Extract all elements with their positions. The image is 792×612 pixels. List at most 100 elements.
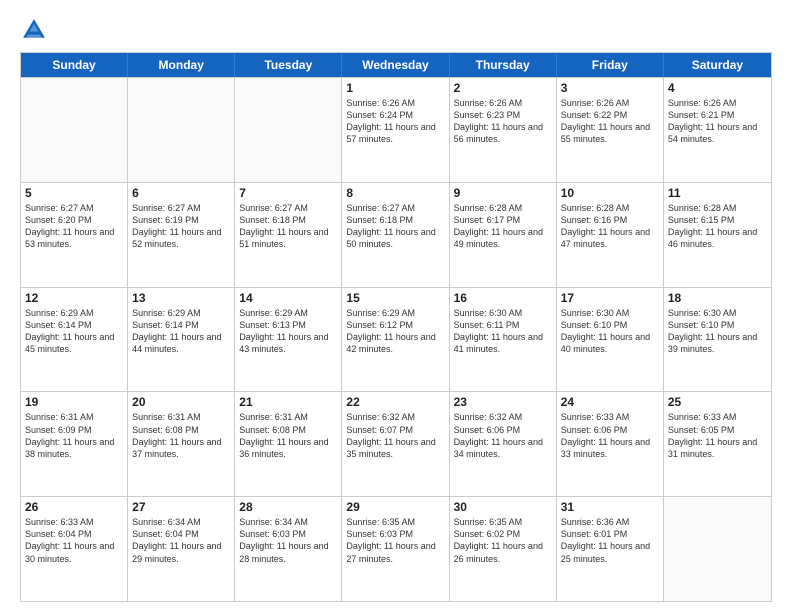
- calendar-cell: 29 Sunrise: 6:35 AM Sunset: 6:03 PM Dayli…: [342, 497, 449, 601]
- calendar-cell: 22Sunrise: 6:32 AM Sunset: 6:07 PM Dayli…: [342, 392, 449, 496]
- day-number: 30: [454, 500, 552, 514]
- calendar-cell: 11 Sunrise: 6:28 AM Sunset: 6:15 PM Dayli…: [664, 183, 771, 287]
- calendar-week-4: 19 Sunrise: 6:31 AM Sunset: 6:09 PM Dayli…: [21, 391, 771, 496]
- calendar-cell: 18 Sunrise: 6:30 AM Sunset: 6:10 PM Dayli…: [664, 288, 771, 392]
- day-info: Sunrise: 6:29 AM Sunset: 6:13 PM Dayligh…: [239, 307, 337, 356]
- calendar-cell: [128, 78, 235, 182]
- day-info: Sunrise: 6:27 AM Sunset: 6:18 PM Dayligh…: [346, 202, 444, 251]
- day-number: 20: [132, 395, 230, 409]
- calendar-cell: 3Sunrise: 6:26 AM Sunset: 6:22 PM Daylig…: [557, 78, 664, 182]
- header: [20, 16, 772, 44]
- calendar-cell: 16 Sunrise: 6:30 AM Sunset: 6:11 PM Dayli…: [450, 288, 557, 392]
- calendar-cell: 12 Sunrise: 6:29 AM Sunset: 6:14 PM Dayli…: [21, 288, 128, 392]
- weekday-header-tuesday: Tuesday: [235, 53, 342, 77]
- day-info: Sunrise: 6:27 AM Sunset: 6:20 PM Dayligh…: [25, 202, 123, 251]
- day-number: 6: [132, 186, 230, 200]
- calendar-week-3: 12 Sunrise: 6:29 AM Sunset: 6:14 PM Dayli…: [21, 287, 771, 392]
- day-info: Sunrise: 6:26 AM Sunset: 6:22 PM Dayligh…: [561, 97, 659, 146]
- day-info: Sunrise: 6:27 AM Sunset: 6:18 PM Dayligh…: [239, 202, 337, 251]
- day-info: Sunrise: 6:29 AM Sunset: 6:14 PM Dayligh…: [25, 307, 123, 356]
- day-info: Sunrise: 6:26 AM Sunset: 6:21 PM Dayligh…: [668, 97, 767, 146]
- calendar-cell: 6Sunrise: 6:27 AM Sunset: 6:19 PM Daylig…: [128, 183, 235, 287]
- day-info: Sunrise: 6:31 AM Sunset: 6:08 PM Dayligh…: [132, 411, 230, 460]
- calendar: SundayMondayTuesdayWednesdayThursdayFrid…: [20, 52, 772, 602]
- calendar-cell: 10Sunrise: 6:28 AM Sunset: 6:16 PM Dayli…: [557, 183, 664, 287]
- calendar-cell: 30Sunrise: 6:35 AM Sunset: 6:02 PM Dayli…: [450, 497, 557, 601]
- calendar-cell: 25 Sunrise: 6:33 AM Sunset: 6:05 PM Dayli…: [664, 392, 771, 496]
- day-number: 29: [346, 500, 444, 514]
- day-number: 2: [454, 81, 552, 95]
- calendar-cell: 2 Sunrise: 6:26 AM Sunset: 6:23 PM Daylig…: [450, 78, 557, 182]
- day-info: Sunrise: 6:32 AM Sunset: 6:06 PM Dayligh…: [454, 411, 552, 460]
- calendar-cell: 27 Sunrise: 6:34 AM Sunset: 6:04 PM Dayli…: [128, 497, 235, 601]
- calendar-cell: 26 Sunrise: 6:33 AM Sunset: 6:04 PM Dayli…: [21, 497, 128, 601]
- day-info: Sunrise: 6:26 AM Sunset: 6:23 PM Dayligh…: [454, 97, 552, 146]
- calendar-cell: 20 Sunrise: 6:31 AM Sunset: 6:08 PM Dayli…: [128, 392, 235, 496]
- logo: [20, 16, 52, 44]
- calendar-cell: [235, 78, 342, 182]
- day-number: 13: [132, 291, 230, 305]
- day-number: 23: [454, 395, 552, 409]
- day-number: 5: [25, 186, 123, 200]
- day-info: Sunrise: 6:30 AM Sunset: 6:10 PM Dayligh…: [561, 307, 659, 356]
- weekday-header-wednesday: Wednesday: [342, 53, 449, 77]
- day-info: Sunrise: 6:30 AM Sunset: 6:10 PM Dayligh…: [668, 307, 767, 356]
- calendar-cell: 21Sunrise: 6:31 AM Sunset: 6:08 PM Dayli…: [235, 392, 342, 496]
- day-number: 12: [25, 291, 123, 305]
- calendar-cell: 1Sunrise: 6:26 AM Sunset: 6:24 PM Daylig…: [342, 78, 449, 182]
- calendar-week-5: 26 Sunrise: 6:33 AM Sunset: 6:04 PM Dayli…: [21, 496, 771, 601]
- calendar-header: SundayMondayTuesdayWednesdayThursdayFrid…: [21, 53, 771, 77]
- day-info: Sunrise: 6:29 AM Sunset: 6:12 PM Dayligh…: [346, 307, 444, 356]
- calendar-week-1: 1Sunrise: 6:26 AM Sunset: 6:24 PM Daylig…: [21, 77, 771, 182]
- day-number: 26: [25, 500, 123, 514]
- day-info: Sunrise: 6:32 AM Sunset: 6:07 PM Dayligh…: [346, 411, 444, 460]
- day-info: Sunrise: 6:33 AM Sunset: 6:06 PM Dayligh…: [561, 411, 659, 460]
- day-info: Sunrise: 6:28 AM Sunset: 6:17 PM Dayligh…: [454, 202, 552, 251]
- calendar-cell: 19 Sunrise: 6:31 AM Sunset: 6:09 PM Dayli…: [21, 392, 128, 496]
- calendar-cell: 5 Sunrise: 6:27 AM Sunset: 6:20 PM Daylig…: [21, 183, 128, 287]
- logo-icon: [20, 16, 48, 44]
- day-number: 10: [561, 186, 659, 200]
- day-info: Sunrise: 6:31 AM Sunset: 6:08 PM Dayligh…: [239, 411, 337, 460]
- page: SundayMondayTuesdayWednesdayThursdayFrid…: [0, 0, 792, 612]
- weekday-header-thursday: Thursday: [450, 53, 557, 77]
- day-number: 25: [668, 395, 767, 409]
- day-number: 9: [454, 186, 552, 200]
- day-info: Sunrise: 6:29 AM Sunset: 6:14 PM Dayligh…: [132, 307, 230, 356]
- calendar-cell: 8 Sunrise: 6:27 AM Sunset: 6:18 PM Daylig…: [342, 183, 449, 287]
- day-number: 14: [239, 291, 337, 305]
- day-number: 31: [561, 500, 659, 514]
- day-number: 17: [561, 291, 659, 305]
- day-number: 7: [239, 186, 337, 200]
- day-number: 8: [346, 186, 444, 200]
- calendar-cell: 13 Sunrise: 6:29 AM Sunset: 6:14 PM Dayli…: [128, 288, 235, 392]
- calendar-cell: 9 Sunrise: 6:28 AM Sunset: 6:17 PM Daylig…: [450, 183, 557, 287]
- calendar-cell: 31 Sunrise: 6:36 AM Sunset: 6:01 PM Dayli…: [557, 497, 664, 601]
- day-info: Sunrise: 6:36 AM Sunset: 6:01 PM Dayligh…: [561, 516, 659, 565]
- day-info: Sunrise: 6:28 AM Sunset: 6:15 PM Dayligh…: [668, 202, 767, 251]
- day-number: 4: [668, 81, 767, 95]
- day-number: 16: [454, 291, 552, 305]
- day-info: Sunrise: 6:35 AM Sunset: 6:03 PM Dayligh…: [346, 516, 444, 565]
- day-info: Sunrise: 6:30 AM Sunset: 6:11 PM Dayligh…: [454, 307, 552, 356]
- day-number: 28: [239, 500, 337, 514]
- calendar-cell: 23 Sunrise: 6:32 AM Sunset: 6:06 PM Dayli…: [450, 392, 557, 496]
- calendar-cell: 17 Sunrise: 6:30 AM Sunset: 6:10 PM Dayli…: [557, 288, 664, 392]
- day-info: Sunrise: 6:26 AM Sunset: 6:24 PM Dayligh…: [346, 97, 444, 146]
- calendar-cell: 28 Sunrise: 6:34 AM Sunset: 6:03 PM Dayli…: [235, 497, 342, 601]
- day-number: 11: [668, 186, 767, 200]
- day-info: Sunrise: 6:33 AM Sunset: 6:04 PM Dayligh…: [25, 516, 123, 565]
- day-info: Sunrise: 6:34 AM Sunset: 6:03 PM Dayligh…: [239, 516, 337, 565]
- calendar-body: 1Sunrise: 6:26 AM Sunset: 6:24 PM Daylig…: [21, 77, 771, 601]
- weekday-header-monday: Monday: [128, 53, 235, 77]
- weekday-header-sunday: Sunday: [21, 53, 128, 77]
- day-info: Sunrise: 6:34 AM Sunset: 6:04 PM Dayligh…: [132, 516, 230, 565]
- calendar-cell: 4 Sunrise: 6:26 AM Sunset: 6:21 PM Daylig…: [664, 78, 771, 182]
- day-number: 19: [25, 395, 123, 409]
- day-number: 27: [132, 500, 230, 514]
- day-info: Sunrise: 6:33 AM Sunset: 6:05 PM Dayligh…: [668, 411, 767, 460]
- calendar-cell: 24 Sunrise: 6:33 AM Sunset: 6:06 PM Dayli…: [557, 392, 664, 496]
- day-info: Sunrise: 6:31 AM Sunset: 6:09 PM Dayligh…: [25, 411, 123, 460]
- day-number: 18: [668, 291, 767, 305]
- day-number: 24: [561, 395, 659, 409]
